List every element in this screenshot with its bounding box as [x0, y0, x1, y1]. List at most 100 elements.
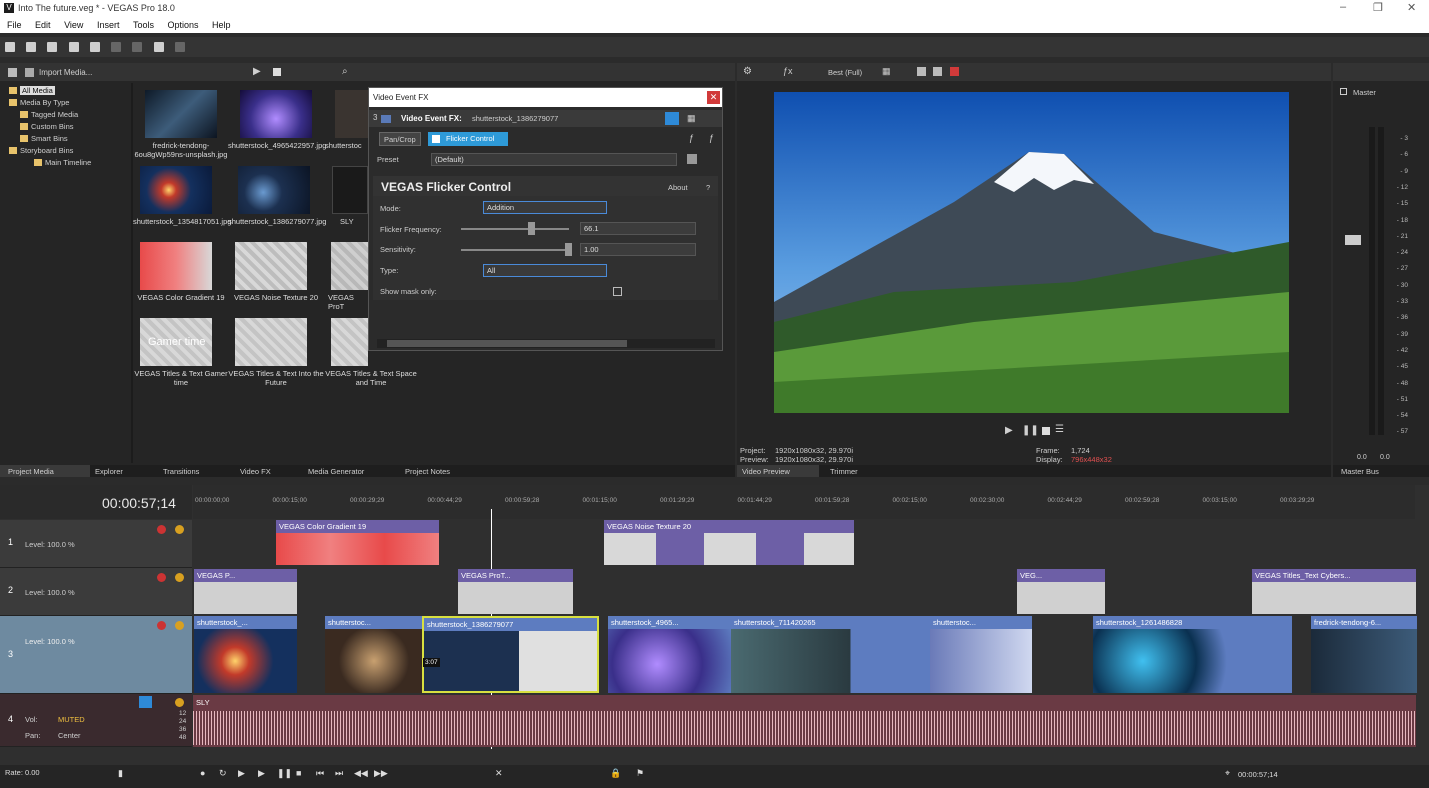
flicker-frequency-field[interactable]: 66.1: [580, 222, 696, 235]
copy-icon[interactable]: [132, 42, 143, 52]
view-menu-icon[interactable]: [8, 68, 17, 77]
help-button[interactable]: ?: [706, 183, 710, 192]
clip-t3-2[interactable]: shutterstoc...: [325, 616, 423, 693]
clip-t3-4[interactable]: shutterstock_4965...: [608, 616, 731, 693]
preview-settings-icon[interactable]: ⚙: [743, 66, 752, 77]
save-as-icon[interactable]: [68, 42, 79, 52]
tab-video-preview[interactable]: Video Preview: [742, 467, 790, 476]
sensitivity-slider[interactable]: [461, 249, 569, 251]
media-thumb-8[interactable]: [235, 242, 307, 290]
media-thumb-9[interactable]: [331, 242, 368, 290]
clip-vegas-3[interactable]: VEG...: [1017, 569, 1105, 614]
timeline-ruler[interactable]: 00:00:00;00 00:00:15;00 00:00:29;29 00:00:4…: [193, 485, 1415, 519]
import-icon[interactable]: [25, 68, 34, 77]
clip-vegas-pro-2[interactable]: VEGAS ProT...: [458, 569, 573, 614]
track-4-solo-icon[interactable]: [175, 698, 184, 707]
quality-dropdown[interactable]: Best (Full): [828, 68, 862, 77]
media-thumb-6[interactable]: [332, 166, 368, 214]
lock-icon[interactable]: 🔒: [610, 768, 621, 779]
play-button[interactable]: ▶: [258, 768, 265, 779]
track-3-solo-icon[interactable]: [175, 621, 184, 630]
undo-icon[interactable]: [153, 42, 164, 52]
tab-media-generator[interactable]: Media Generator: [308, 467, 364, 476]
tree-item-custom-bins[interactable]: Custom Bins: [9, 121, 129, 133]
media-thumb-10[interactable]: Gamer time: [140, 318, 212, 366]
track-2-header[interactable]: 2 Level: 100.0 %: [0, 568, 192, 616]
menu-file[interactable]: File: [7, 20, 22, 30]
chain-flicker-control[interactable]: Flicker Control: [428, 132, 508, 146]
play-from-start-button[interactable]: ▶: [238, 768, 245, 779]
tree-item-smart-bins[interactable]: Smart Bins: [9, 133, 129, 145]
tree-item-storyboard-bins[interactable]: Storyboard Bins: [9, 145, 129, 157]
chain-pan-crop[interactable]: Pan/Crop: [379, 132, 421, 146]
mode-dropdown[interactable]: Addition: [483, 201, 607, 214]
track-1-solo-icon[interactable]: [175, 525, 184, 534]
clip-color-gradient[interactable]: VEGAS Color Gradient 19: [276, 520, 439, 565]
media-thumb-1[interactable]: [145, 90, 217, 138]
track-1-mute-icon[interactable]: [157, 525, 166, 534]
clip-t3-1[interactable]: shutterstock_...: [194, 616, 297, 693]
delete-button[interactable]: ✕: [495, 768, 503, 779]
media-thumb-3[interactable]: [335, 90, 368, 138]
clip-t3-6[interactable]: shutterstoc...: [930, 616, 1032, 693]
zoom-icon[interactable]: ⌕: [342, 66, 348, 77]
menu-tools[interactable]: Tools: [133, 20, 154, 30]
clip-t3-7[interactable]: shutterstock_1261486828: [1093, 616, 1292, 693]
sensitivity-knob[interactable]: [565, 243, 572, 256]
menu-edit[interactable]: Edit: [35, 20, 51, 30]
type-dropdown[interactable]: All: [483, 264, 607, 277]
tab-project-media[interactable]: Project Media: [8, 467, 54, 476]
flicker-frequency-slider[interactable]: [461, 228, 569, 230]
clip-vegas-pro-1[interactable]: VEGAS P...: [194, 569, 297, 614]
preview-pause-icon[interactable]: ❚❚: [1022, 425, 1039, 436]
prev-frame-button[interactable]: ◀◀: [354, 768, 368, 779]
media-thumb-12[interactable]: [331, 318, 368, 366]
stop-button[interactable]: ■: [296, 768, 301, 778]
preview-fx-icon[interactable]: ƒx: [783, 66, 793, 76]
about-button[interactable]: About: [668, 183, 688, 192]
dialog-close-button[interactable]: ✕: [707, 91, 720, 104]
tab-project-notes[interactable]: Project Notes: [405, 467, 450, 476]
preview-stop-icon[interactable]: [1042, 427, 1050, 435]
master-fader[interactable]: [1345, 235, 1361, 245]
play-icon[interactable]: ▶: [253, 66, 261, 77]
restore-icon[interactable]: ❐: [1373, 1, 1383, 14]
next-frame-button[interactable]: ▶▶: [374, 768, 388, 779]
record-icon[interactable]: [950, 67, 959, 76]
menu-help[interactable]: Help: [212, 20, 231, 30]
copy-snapshot-icon[interactable]: [917, 67, 926, 76]
save-icon[interactable]: [47, 42, 58, 52]
rate-slider-icon[interactable]: ▮: [118, 768, 123, 779]
open-icon[interactable]: [26, 42, 37, 52]
grid-view-icon[interactable]: ▦: [687, 113, 696, 124]
stop-icon[interactable]: [273, 68, 281, 76]
record-button[interactable]: ●: [200, 768, 205, 778]
save-preset-icon[interactable]: [687, 154, 697, 164]
track-2-mute-icon[interactable]: [157, 573, 166, 582]
tree-item-main-timeline[interactable]: Main Timeline: [9, 157, 129, 169]
tree-item-tagged-media[interactable]: Tagged Media: [9, 109, 129, 121]
marker-icon[interactable]: ⚑: [636, 768, 644, 779]
clip-t3-5[interactable]: shutterstock_711420265: [731, 616, 930, 693]
save-snapshot-icon[interactable]: [933, 67, 942, 76]
media-thumb-11[interactable]: [235, 318, 307, 366]
preview-play-icon[interactable]: ▶: [1005, 425, 1013, 436]
sensitivity-field[interactable]: 1.00: [580, 243, 696, 256]
overlays-icon[interactable]: ▦: [882, 66, 891, 77]
track-4-mute-icon[interactable]: [139, 696, 152, 708]
clip-noise-texture[interactable]: VEGAS Noise Texture 20: [604, 520, 854, 565]
clip-t3-3[interactable]: shutterstock_1386279077: [422, 616, 599, 693]
close-icon[interactable]: ✕: [1407, 1, 1416, 14]
track-1-header[interactable]: 1 Level: 100.0 %: [0, 520, 192, 568]
redo-icon[interactable]: [174, 42, 185, 52]
loop-button[interactable]: ↻: [219, 768, 227, 779]
track-3-mute-icon[interactable]: [157, 621, 166, 630]
go-to-start-button[interactable]: ⏮: [316, 768, 324, 779]
media-thumb-5[interactable]: [238, 166, 310, 214]
pause-button[interactable]: ❚❚: [277, 768, 292, 779]
preview-menu-icon[interactable]: ☰: [1055, 424, 1064, 435]
menu-options[interactable]: Options: [168, 20, 199, 30]
go-to-end-button[interactable]: ⏭: [335, 768, 343, 779]
cut-icon[interactable]: [111, 42, 122, 52]
track-4-header[interactable]: 4 Vol: MUTED Pan: Center: [0, 694, 192, 747]
